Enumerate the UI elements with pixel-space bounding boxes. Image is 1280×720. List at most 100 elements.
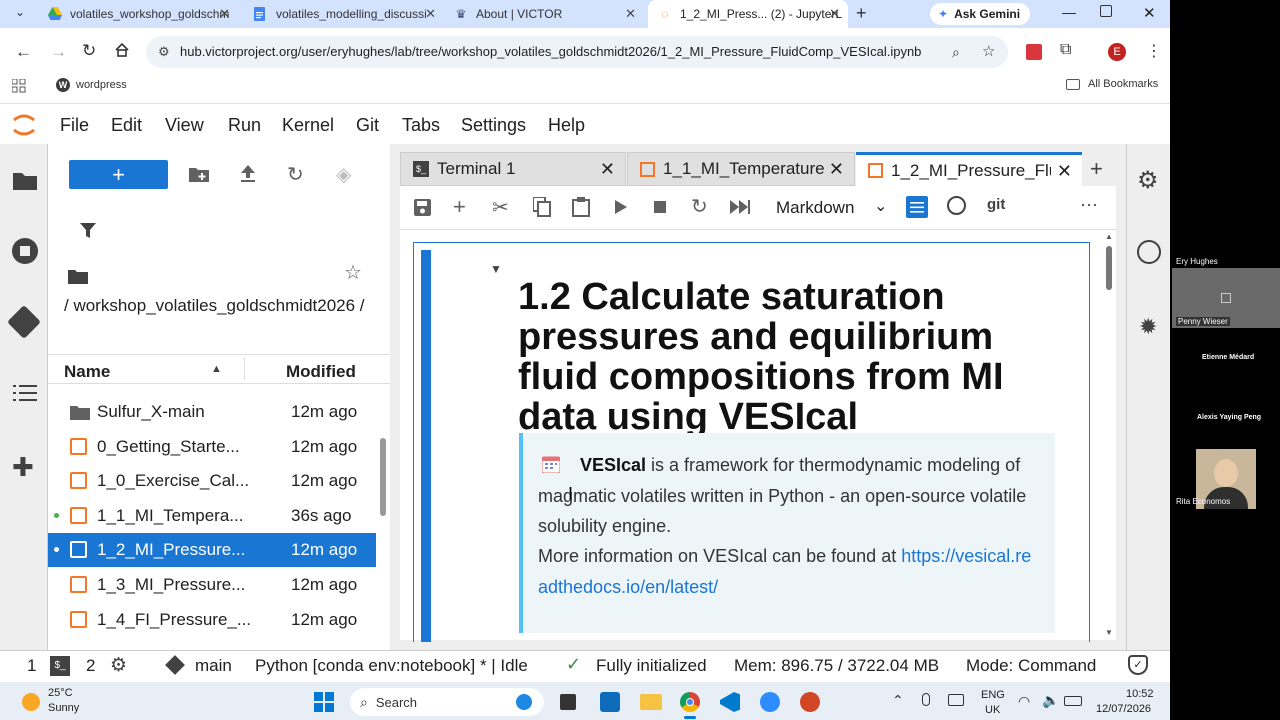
collapse-heading-icon[interactable]: ▼	[490, 262, 502, 276]
menu-help[interactable]: Help	[548, 115, 585, 136]
apps-grid-icon[interactable]	[12, 79, 26, 93]
list-item[interactable]: 1_3_MI_Pressure... 12m ago	[48, 568, 376, 602]
save-icon[interactable]	[414, 199, 431, 216]
debugger-bug-icon[interactable]: ✹	[1139, 314, 1157, 340]
new-launcher-button[interactable]: +	[69, 160, 168, 189]
language-region[interactable]: UK	[985, 704, 1000, 716]
kebab-menu-icon[interactable]: ⋮	[1146, 41, 1162, 61]
settings-gears-icon[interactable]: ⚙	[1137, 166, 1159, 195]
forward-icon[interactable]: →	[50, 42, 67, 62]
powerpoint-icon[interactable]	[800, 692, 820, 712]
add-tab-button[interactable]: +	[1090, 156, 1103, 182]
bookmark-wordpress[interactable]: W wordpress	[56, 78, 127, 92]
windows-start-icon[interactable]	[314, 692, 334, 712]
list-item[interactable]: Sulfur_X-main 12m ago	[48, 395, 376, 429]
close-icon[interactable]: ✕	[1057, 161, 1072, 182]
tab-search-button[interactable]: ⌄	[10, 5, 30, 23]
bookmark-star-icon[interactable]: ☆	[982, 36, 995, 68]
close-icon[interactable]: ✕	[829, 159, 844, 180]
profile-avatar[interactable]: E	[1108, 43, 1126, 61]
site-info-icon[interactable]: ⚙	[158, 36, 170, 68]
cell-collapser[interactable]	[421, 250, 431, 642]
close-icon[interactable]: ✕	[829, 6, 840, 22]
taskbar-search[interactable]: ⌕ Search	[350, 688, 544, 716]
doc-tab-notebook-1[interactable]: 1_1_MI_Temperature ✕	[627, 152, 855, 186]
column-modified-header[interactable]: Modified	[286, 362, 356, 382]
browser-tab-4[interactable]: ◌ 1_2_MI_Press... (2) - JupyterL ✕	[648, 0, 848, 28]
browser-tab-1[interactable]: volatiles_workshop_goldschm ✕	[38, 0, 238, 28]
list-item[interactable]: 1_1_MI_Tempera... 36s ago	[48, 499, 376, 533]
column-name-header[interactable]: Name	[64, 362, 110, 382]
doc-tab-terminal[interactable]: $_ Terminal 1 ✕	[400, 152, 626, 186]
refresh-icon[interactable]: ↻	[287, 162, 304, 187]
git-clone-icon[interactable]: ◈	[336, 162, 351, 187]
file-explorer-icon[interactable]	[640, 694, 662, 710]
menu-run[interactable]: Run	[228, 115, 261, 136]
doc-tab-notebook-2[interactable]: 1_2_MI_Pressure_Flu ✕	[856, 152, 1082, 186]
wifi-icon[interactable]: ◠	[1018, 693, 1030, 710]
breadcrumb[interactable]: / workshop_volatiles_goldschmidt2026 /	[64, 296, 365, 316]
close-icon[interactable]: ✕	[219, 6, 230, 22]
outlook-icon[interactable]	[600, 692, 620, 712]
kernel-count[interactable]: 2	[86, 656, 95, 676]
menu-git[interactable]: Git	[356, 115, 379, 136]
address-bar[interactable]: ⚙ hub.victorproject.org/user/eryhughes/l…	[146, 36, 1008, 68]
sort-ascending-icon[interactable]: ▲	[211, 363, 222, 375]
upload-icon[interactable]	[240, 165, 256, 183]
paste-icon[interactable]	[572, 197, 590, 217]
stop-icon[interactable]	[654, 201, 666, 213]
minimize-button[interactable]: —	[1062, 4, 1076, 20]
back-icon[interactable]: ←	[15, 42, 32, 62]
history-clock-icon[interactable]	[947, 196, 966, 215]
git-branch[interactable]: main	[195, 656, 232, 676]
lsp-status[interactable]: Fully initialized	[596, 656, 707, 676]
insert-cell-icon[interactable]: +	[453, 194, 466, 220]
menu-settings[interactable]: Settings	[461, 115, 526, 136]
running-kernels-icon[interactable]	[12, 238, 38, 264]
zoom-icon[interactable]: ⌕	[952, 36, 960, 68]
column-divider[interactable]	[244, 358, 245, 380]
file-browser-tab-icon[interactable]	[13, 170, 37, 190]
list-item[interactable]: 1_4_FI_Pressure_... 12m ago	[48, 603, 376, 637]
favorite-star-icon[interactable]: ☆	[344, 260, 362, 285]
run-icon[interactable]	[614, 200, 628, 214]
extension-icon[interactable]	[1026, 44, 1042, 60]
language-primary[interactable]: ENG	[981, 689, 1005, 701]
browser-tab-3[interactable]: ♛ About | VICTOR ✕	[444, 0, 644, 28]
show-hidden-icons[interactable]: ⌃	[892, 692, 904, 709]
ask-gemini-button[interactable]: ✦ Ask Gemini	[930, 3, 1030, 25]
list-item-selected[interactable]: 1_2_MI_Pressure... 12m ago	[48, 533, 376, 567]
volume-icon[interactable]: 🔈	[1042, 692, 1059, 709]
zoom-icon[interactable]	[760, 692, 780, 712]
fast-forward-icon[interactable]	[730, 200, 750, 214]
menu-edit[interactable]: Edit	[111, 115, 142, 136]
resource-gauge-icon[interactable]	[1137, 240, 1161, 264]
home-folder-icon[interactable]	[68, 268, 88, 284]
menu-view[interactable]: View	[165, 115, 204, 136]
close-icon[interactable]: ✕	[425, 6, 436, 22]
terminal-count[interactable]: 1	[27, 656, 36, 676]
filter-icon[interactable]	[80, 223, 96, 239]
new-tab-button[interactable]: +	[856, 3, 867, 24]
clock-time[interactable]: 10:52	[1126, 688, 1154, 700]
more-options-icon[interactable]: ···	[1080, 194, 1098, 215]
list-item[interactable]: 0_Getting_Starte... 12m ago	[48, 430, 376, 464]
notebook-scrollbar[interactable]: ▲ ▼	[1104, 232, 1114, 640]
browser-tab-2[interactable]: volatiles_modelling_discussi ✕	[244, 0, 444, 28]
new-folder-icon[interactable]	[189, 166, 209, 182]
clock-date[interactable]: 12/07/2026	[1096, 703, 1151, 715]
restart-icon[interactable]: ↻	[691, 194, 708, 219]
weather-condition[interactable]: Sunny	[48, 702, 79, 714]
menu-tabs[interactable]: Tabs	[402, 115, 440, 136]
cut-icon[interactable]: ✂	[492, 195, 509, 220]
maximize-button[interactable]	[1100, 5, 1112, 17]
close-window-button[interactable]: ✕	[1143, 4, 1156, 22]
shield-check-icon[interactable]: ✓	[1128, 655, 1148, 675]
close-icon[interactable]: ✕	[625, 6, 636, 22]
property-inspector-icon[interactable]	[906, 196, 928, 218]
list-item[interactable]: 1_0_Exercise_Cal... 12m ago	[48, 464, 376, 498]
extensions-puzzle-icon[interactable]: ⧉	[1060, 41, 1071, 59]
file-list-scrollbar[interactable]	[380, 438, 386, 516]
git-diff-button[interactable]: git	[987, 196, 1005, 213]
table-of-contents-icon[interactable]	[13, 384, 37, 402]
